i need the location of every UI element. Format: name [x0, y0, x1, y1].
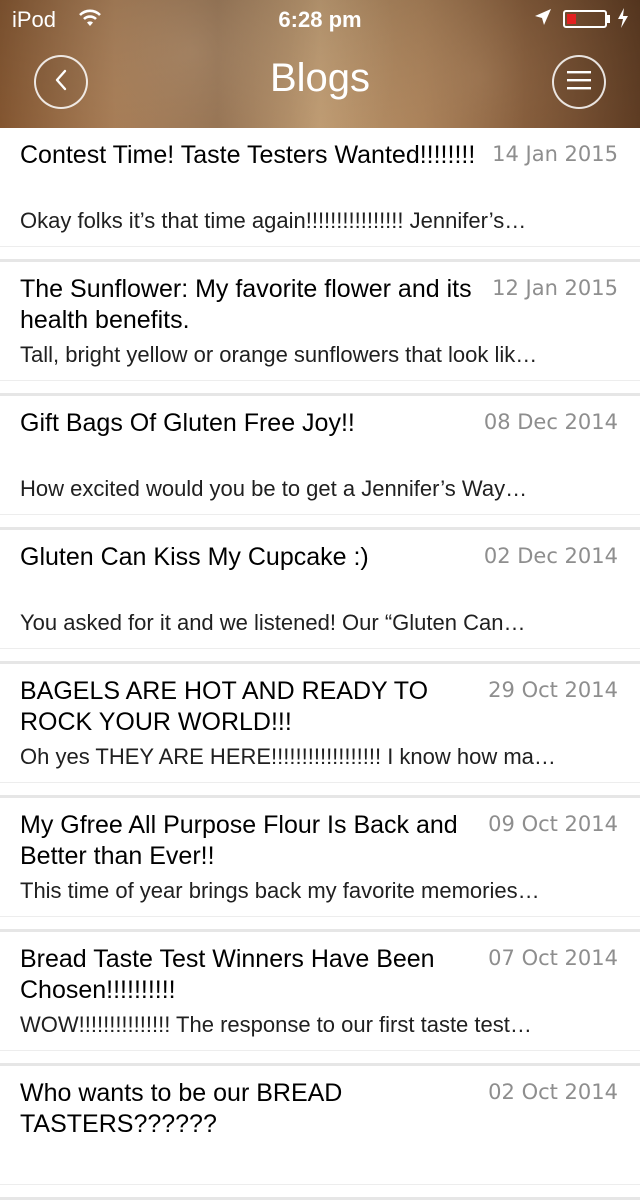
blog-post-item[interactable]: The Sunflower: My favorite flower and it…: [0, 262, 640, 396]
status-bar: iPod 6:28 pm: [0, 0, 640, 40]
blog-post-item[interactable]: Gift Bags Of Gluten Free Joy!! 08 Dec 20…: [0, 396, 640, 530]
page-title: Blogs: [269, 56, 371, 100]
blog-post-item[interactable]: Who wants to be our BREAD TASTERS?????? …: [0, 1066, 640, 1200]
post-excerpt: Tall, bright yellow or orange sunflowers…: [20, 342, 538, 367]
post-title: Contest Time! Taste Testers Wanted!!!!!!…: [20, 141, 476, 169]
blog-post-item[interactable]: Gluten Can Kiss My Cupcake :) 02 Dec 201…: [0, 530, 640, 664]
post-title: My Gfree All Purpose Flour Is Back and B…: [20, 811, 458, 870]
charging-bolt-icon: [617, 7, 629, 35]
post-excerpt: This time of year brings back my favorit…: [20, 878, 540, 903]
blog-post-list: Contest Time! Taste Testers Wanted!!!!!!…: [0, 128, 640, 1200]
post-excerpt: How excited would you be to get a Jennif…: [20, 476, 528, 501]
post-date: 29 Oct 2014: [488, 678, 618, 702]
navigation-header: iPod 6:28 pm Blogs: [0, 0, 640, 128]
hamburger-menu-icon: [566, 69, 592, 96]
post-date: 09 Oct 2014: [488, 812, 618, 836]
post-date: 14 Jan 2015: [492, 142, 618, 166]
post-title: Gift Bags Of Gluten Free Joy!!: [20, 409, 355, 437]
blog-post-item[interactable]: Contest Time! Taste Testers Wanted!!!!!!…: [0, 128, 640, 262]
post-title: The Sunflower: My favorite flower and it…: [20, 275, 472, 334]
post-title: Gluten Can Kiss My Cupcake :): [20, 543, 369, 571]
post-date: 02 Oct 2014: [488, 1080, 618, 1104]
post-date: 07 Oct 2014: [488, 946, 618, 970]
blog-post-item[interactable]: BAGELS ARE HOT AND READY TO ROCK YOUR WO…: [0, 664, 640, 798]
battery-tip-icon: [607, 15, 610, 23]
post-excerpt: Okay folks it’s that time again!!!!!!!!!…: [20, 208, 527, 233]
battery-icon: [563, 10, 607, 28]
post-title: Who wants to be our BREAD TASTERS??????: [20, 1079, 343, 1138]
post-date: 08 Dec 2014: [483, 410, 618, 434]
location-arrow-icon: [533, 7, 553, 33]
post-excerpt: WOW!!!!!!!!!!!!!!! The response to our f…: [20, 1012, 532, 1037]
post-title: BAGELS ARE HOT AND READY TO ROCK YOUR WO…: [20, 677, 429, 736]
post-excerpt: Oh yes THEY ARE HERE!!!!!!!!!!!!!!!!!! I…: [20, 744, 556, 769]
menu-button[interactable]: [552, 55, 606, 109]
post-title: Bread Taste Test Winners Have Been Chose…: [20, 945, 435, 1004]
blog-post-item[interactable]: Bread Taste Test Winners Have Been Chose…: [0, 932, 640, 1066]
post-date: 02 Dec 2014: [483, 544, 618, 568]
post-excerpt: You asked for it and we listened! Our “G…: [20, 610, 526, 635]
post-date: 12 Jan 2015: [492, 276, 618, 300]
blog-post-item[interactable]: My Gfree All Purpose Flour Is Back and B…: [0, 798, 640, 932]
